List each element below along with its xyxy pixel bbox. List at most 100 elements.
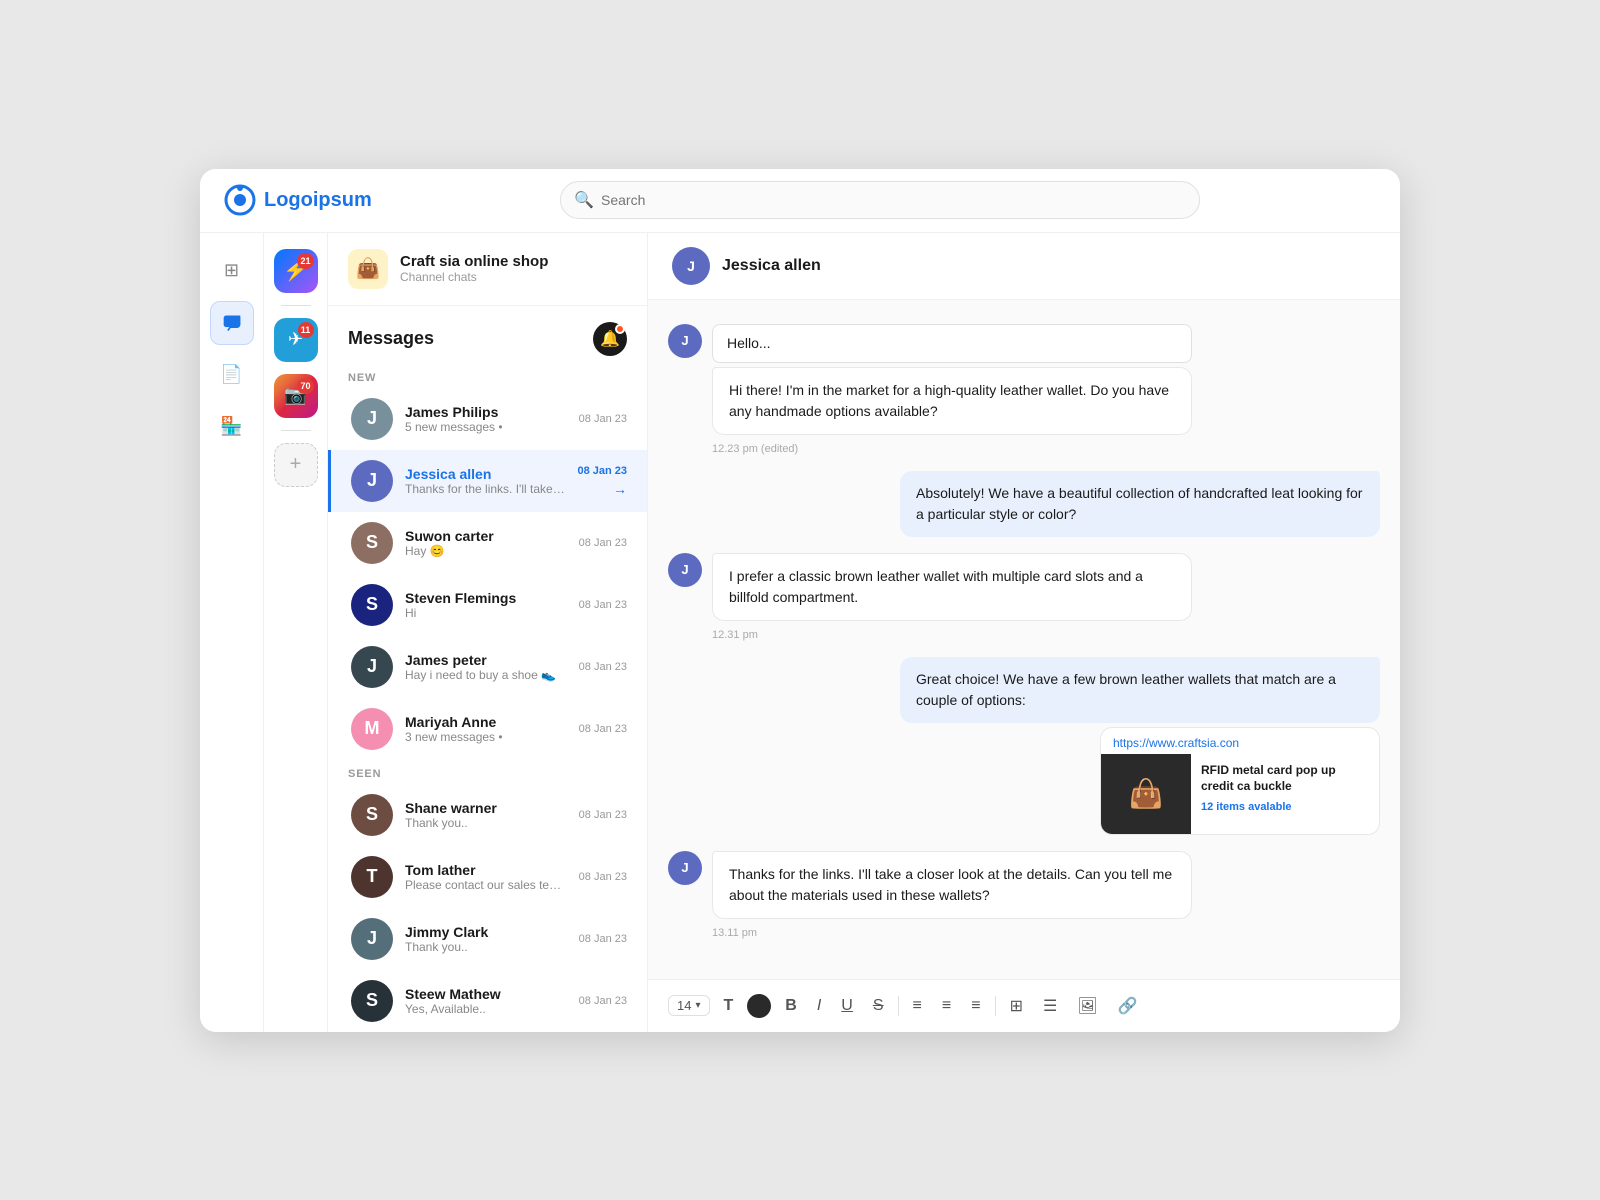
chat-item-steew-mathew[interactable]: S Steew Mathew Yes, Available.. 08 Jan 2… — [328, 970, 647, 1032]
chat-info: Mariyah Anne 3 new messages • — [405, 714, 567, 744]
toolbar-image-button[interactable]: 🖼 — [1071, 992, 1103, 1020]
messages-header: Messages 🔔 — [328, 306, 647, 364]
toolbar-list-button[interactable]: ☰ — [1037, 992, 1063, 1020]
chat-meta: 08 Jan 23 — [579, 995, 627, 1007]
search-icon: 🔍 — [574, 190, 594, 210]
chat-info: Jimmy Clark Thank you.. — [405, 924, 567, 954]
chat-name: Steew Mathew — [405, 986, 567, 1002]
channel-sub: Channel chats — [400, 270, 548, 284]
chat-meta: 08 Jan 23 — [579, 537, 627, 549]
toolbar-divider-2 — [995, 996, 996, 1016]
font-size-value: 14 — [677, 998, 691, 1013]
chat-meta: 08 Jan 23 — [579, 599, 627, 611]
msg-time: 13.11 pm — [712, 927, 1192, 939]
telegram-icon[interactable]: ✈ 11 — [274, 318, 318, 362]
msg-avatar: J — [668, 553, 702, 587]
chat-avatar: M — [351, 708, 393, 750]
product-available: 12 items avalable — [1201, 801, 1369, 813]
notif-dot — [615, 324, 625, 334]
chat-item-james-peter[interactable]: J James peter Hay i need to buy a shoe 👟… — [328, 636, 647, 698]
chat-avatar: J — [351, 460, 393, 502]
chat-info: Tom lather Please contact our sales team… — [405, 862, 567, 892]
notification-icon[interactable]: 🔔 — [593, 322, 627, 356]
social-divider-2 — [281, 430, 311, 431]
font-size-selector[interactable]: 14 ▾ — [668, 995, 710, 1016]
chat-item-james-philips[interactable]: J James Philips 5 new messages • 08 Jan … — [328, 388, 647, 450]
add-platform-icon[interactable]: + — [274, 443, 318, 487]
contact-name: Jessica allen — [722, 257, 821, 275]
chat-meta: 08 Jan 23 — [579, 871, 627, 883]
toolbar-align-left-button[interactable]: ≡ — [907, 993, 928, 1019]
logo: Logoipsum — [224, 184, 384, 216]
msg-group: I prefer a classic brown leather wallet … — [712, 553, 1192, 641]
msg-bubble-incoming: I prefer a classic brown leather wallet … — [712, 553, 1192, 621]
chat-info: James peter Hay i need to buy a shoe 👟 — [405, 652, 567, 682]
chevron-down-icon: ▾ — [695, 1000, 700, 1011]
product-title: RFID metal card pop up credit ca buckle — [1201, 762, 1369, 796]
product-link[interactable]: https://www.craftsia.con — [1101, 728, 1379, 754]
chat-preview: Thanks for the links. I'll take a... — [405, 482, 565, 496]
msg-group: Thanks for the links. I'll take a closer… — [712, 851, 1192, 939]
chat-name: James peter — [405, 652, 567, 668]
chat-name: Shane warner — [405, 800, 567, 816]
telegram-badge: 11 — [298, 322, 314, 338]
messages-title: Messages — [348, 328, 434, 349]
msg-group: Absolutely! We have a beautiful collecti… — [900, 471, 1380, 537]
instagram-badge: 70 — [297, 378, 313, 394]
toolbar-align-center-button[interactable]: ≡ — [936, 993, 957, 1019]
chat-time: 08 Jan 23 — [579, 933, 627, 945]
message-row: J Thanks for the links. I'll take a clos… — [668, 851, 1380, 939]
toolbar-format-button[interactable]: ⊞ — [1004, 992, 1029, 1020]
messages-area: J Hello... Hi there! I'm in the market f… — [648, 300, 1400, 979]
toolbar-underline-button[interactable]: U — [835, 993, 859, 1019]
nav-grid[interactable]: ⊞ — [210, 249, 254, 293]
toolbar-align-right-button[interactable]: ≡ — [965, 993, 986, 1019]
section-new-label: NEW — [328, 364, 647, 388]
chat-info: Suwon carter Hay 😊 — [405, 528, 567, 558]
msg-bubble-outgoing: Great choice! We have a few brown leathe… — [900, 657, 1380, 723]
messenger-icon[interactable]: ⚡ 21 — [274, 249, 318, 293]
chat-avatar: J — [351, 646, 393, 688]
message-row: Absolutely! We have a beautiful collecti… — [668, 471, 1380, 537]
chat-item-mariyah-anne[interactable]: M Mariyah Anne 3 new messages • 08 Jan 2… — [328, 698, 647, 760]
chat-list: NEW J James Philips 5 new messages • 08 … — [328, 364, 647, 1032]
chat-name: Steven Flemings — [405, 590, 567, 606]
msg-time: 12.31 pm — [712, 629, 1192, 641]
chat-item-steven-flemings[interactable]: S Steven Flemings Hi 08 Jan 23 — [328, 574, 647, 636]
msg-group: Great choice! We have a few brown leathe… — [900, 657, 1380, 835]
chat-name: Mariyah Anne — [405, 714, 567, 730]
social-nav: ⚡ 21 ✈ 11 📷 70 + — [264, 233, 328, 1032]
color-picker-circle[interactable] — [747, 994, 771, 1018]
nav-store[interactable]: 🏪 — [210, 405, 254, 449]
search-bar[interactable]: 🔍 — [560, 181, 1200, 219]
chat-item-jessica-allen[interactable]: J Jessica allen Thanks for the links. I'… — [328, 450, 647, 512]
chat-item-tom-lather[interactable]: T Tom lather Please contact our sales te… — [328, 846, 647, 908]
chat-item-suwon-carter[interactable]: S Suwon carter Hay 😊 08 Jan 23 — [328, 512, 647, 574]
toolbar-italic-button[interactable]: I — [811, 993, 827, 1019]
toolbar-strikethrough-button[interactable]: S — [867, 993, 890, 1019]
chat-preview: 3 new messages • — [405, 730, 567, 744]
toolbar-text-button[interactable]: T — [718, 993, 740, 1019]
chat-item-jimmy-clark[interactable]: J Jimmy Clark Thank you.. 08 Jan 23 — [328, 908, 647, 970]
chat-time: 08 Jan 23 — [579, 413, 627, 425]
chat-info: Shane warner Thank you.. — [405, 800, 567, 830]
nav-document[interactable]: 📄 — [210, 353, 254, 397]
chat-preview: 5 new messages • — [405, 420, 567, 434]
instagram-icon[interactable]: 📷 70 — [274, 374, 318, 418]
chat-time: 08 Jan 23 — [579, 809, 627, 821]
nav-chat[interactable] — [210, 301, 254, 345]
toolbar-link-button[interactable]: 🔗 — [1112, 992, 1144, 1020]
chat-avatar: S — [351, 794, 393, 836]
app-header: Logoipsum 🔍 — [200, 169, 1400, 233]
search-input[interactable] — [560, 181, 1200, 219]
chat-name: Jimmy Clark — [405, 924, 567, 940]
contact-avatar: J — [672, 247, 710, 285]
channel-info: Craft sia online shop Channel chats — [400, 253, 548, 284]
chat-meta: 08 Jan 23 — [579, 661, 627, 673]
chat-item-shane-warner[interactable]: S Shane warner Thank you.. 08 Jan 23 — [328, 784, 647, 846]
chat-meta: 08 Jan 23 — [579, 413, 627, 425]
toolbar-bold-button[interactable]: B — [779, 993, 803, 1019]
greeting-bubble: Hello... — [712, 324, 1192, 363]
chat-time: 08 Jan 23 — [577, 465, 627, 477]
chat-info: James Philips 5 new messages • — [405, 404, 567, 434]
